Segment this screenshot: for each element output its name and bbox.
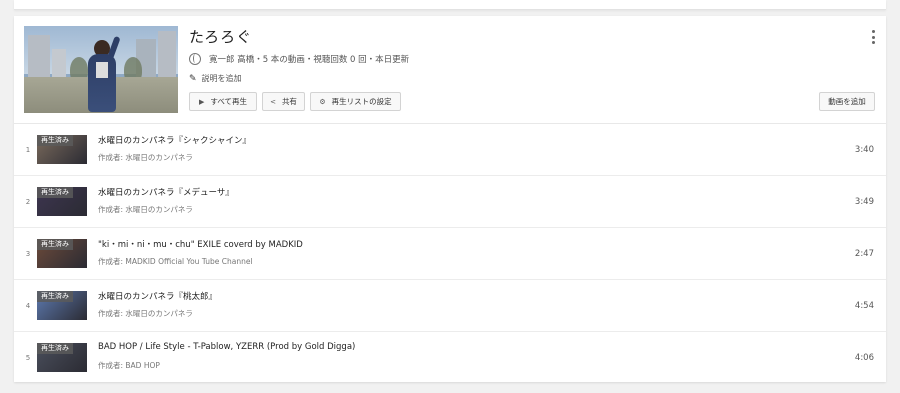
video-duration: 2:47 [854, 249, 874, 259]
playlist-title[interactable]: たろろぐ [189, 26, 252, 47]
video-thumbnail[interactable]: 再生済み [37, 291, 87, 320]
watched-badge: 再生済み [37, 291, 73, 302]
video-title[interactable]: BAD HOP / Life Style - T-Pablow, YZERR (… [98, 342, 355, 352]
video-row[interactable]: 4 再生済み 水曜日のカンパネラ『桃太郎』 作成者: 水曜日のカンパネラ 4:5… [14, 280, 886, 332]
watched-badge: 再生済み [37, 343, 73, 354]
video-row[interactable]: 5 再生済み BAD HOP / Life Style - T-Pablow, … [14, 332, 886, 384]
add-video-button[interactable]: 動画を追加 [819, 92, 875, 111]
video-row[interactable]: 1 再生済み 水曜日のカンパネラ『シャクシャイン』 作成者: 水曜日のカンパネラ… [14, 124, 886, 176]
playlist-settings-button[interactable]: ⚙ 再生リストの設定 [310, 92, 401, 111]
video-index: 4 [25, 302, 31, 310]
share-icon: < [270, 97, 276, 106]
video-author: 作成者: MADKID Official You Tube Channel [98, 257, 253, 266]
globe-icon[interactable] [189, 53, 201, 65]
video-index: 1 [25, 146, 31, 154]
video-row[interactable]: 2 再生済み 水曜日のカンパネラ『メデューサ』 作成者: 水曜日のカンパネラ 3… [14, 176, 886, 228]
add-description-link[interactable]: ✎ 説明を追加 [189, 73, 242, 84]
video-thumbnail[interactable]: 再生済み [37, 135, 87, 164]
watched-badge: 再生済み [37, 239, 73, 250]
video-duration: 3:40 [854, 145, 874, 155]
video-duration: 3:49 [854, 197, 874, 207]
video-thumbnail[interactable]: 再生済み [37, 239, 87, 268]
watched-badge: 再生済み [37, 187, 73, 198]
video-title[interactable]: "ki・mi・ni・mu・chu" EXILE coverd by MADKID [98, 238, 303, 250]
add-description-label: 説明を追加 [201, 74, 242, 83]
video-title[interactable]: 水曜日のカンパネラ『シャクシャイン』 [98, 134, 251, 146]
more-vert-icon[interactable] [870, 30, 876, 44]
playlist-settings-label: 再生リストの設定 [331, 97, 392, 106]
add-video-label: 動画を追加 [828, 97, 866, 106]
play-all-button[interactable]: ▶ すべて再生 [189, 92, 257, 111]
playlist-panel: たろろぐ 寛一郎 高橋・5 本の動画・視聴回数 0 回・本日更新 ✎ 説明を追加… [14, 16, 886, 382]
previous-panel-edge [14, 0, 886, 10]
playlist-header: たろろぐ 寛一郎 高橋・5 本の動画・視聴回数 0 回・本日更新 ✎ 説明を追加… [14, 16, 886, 124]
video-title[interactable]: 水曜日のカンパネラ『メデューサ』 [98, 186, 234, 198]
play-icon: ▶ [198, 97, 205, 106]
video-row[interactable]: 3 再生済み "ki・mi・ni・mu・chu" EXILE coverd by… [14, 228, 886, 280]
share-button[interactable]: < 共有 [262, 92, 305, 111]
play-all-label: すべて再生 [210, 97, 248, 106]
video-author: 作成者: 水曜日のカンパネラ [98, 205, 193, 214]
share-label: 共有 [281, 97, 297, 106]
video-index: 2 [25, 198, 31, 206]
video-index: 3 [25, 250, 31, 258]
video-duration: 4:06 [854, 353, 874, 363]
pencil-icon: ✎ [189, 73, 197, 84]
playlist-thumbnail[interactable] [24, 26, 178, 113]
gear-icon: ⚙ [319, 97, 326, 106]
video-title[interactable]: 水曜日のカンパネラ『桃太郎』 [98, 290, 217, 302]
video-duration: 4:54 [854, 301, 874, 311]
playlist-meta-text: 寛一郎 高橋・5 本の動画・視聴回数 0 回・本日更新 [209, 55, 410, 65]
video-thumbnail[interactable]: 再生済み [37, 343, 87, 372]
video-author: 作成者: 水曜日のカンパネラ [98, 153, 193, 162]
playlist-meta: 寛一郎 高橋・5 本の動画・視聴回数 0 回・本日更新 [189, 52, 409, 66]
video-author: 作成者: BAD HOP [98, 361, 160, 370]
video-author: 作成者: 水曜日のカンパネラ [98, 309, 193, 318]
watched-badge: 再生済み [37, 135, 73, 146]
video-index: 5 [25, 354, 31, 362]
video-thumbnail[interactable]: 再生済み [37, 187, 87, 216]
